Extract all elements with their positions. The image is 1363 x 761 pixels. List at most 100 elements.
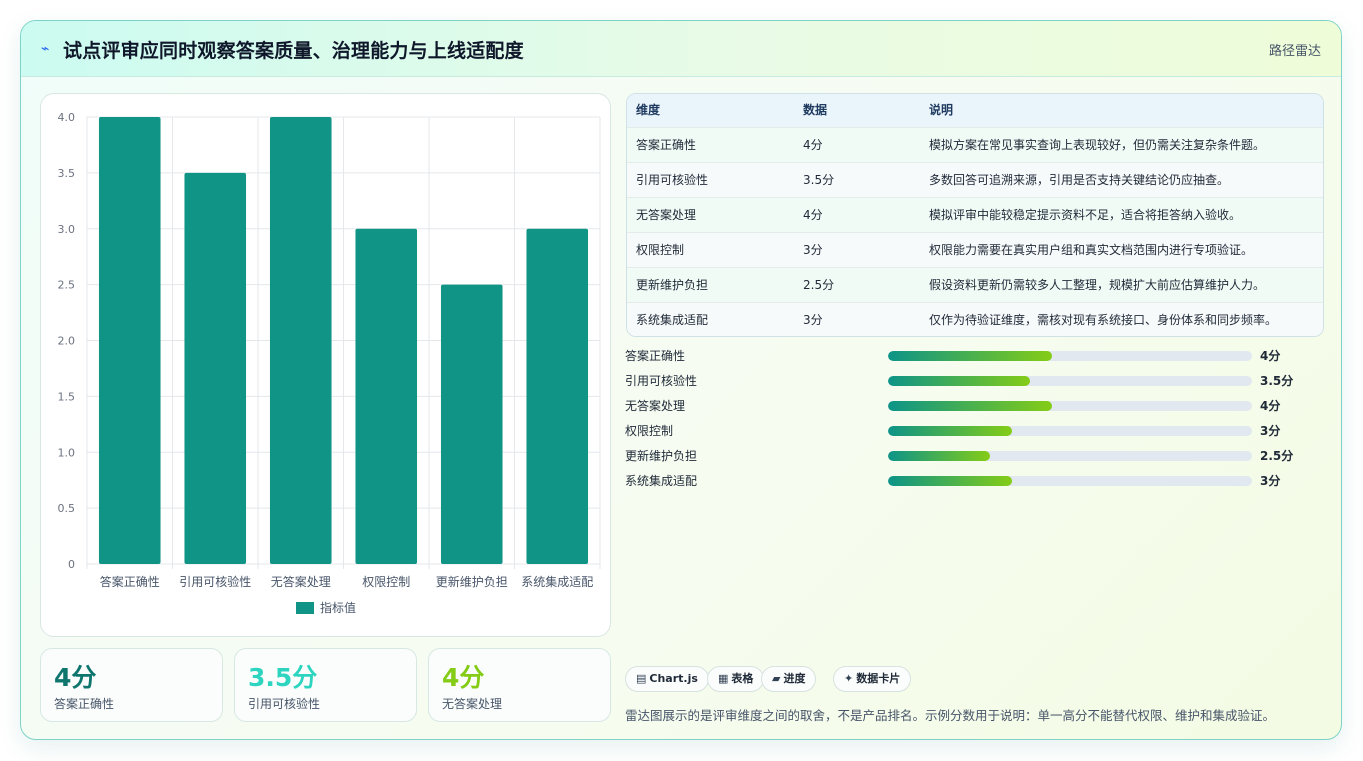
table-cell-data: 4分 (803, 208, 823, 222)
table-header-dimension: 维度 (636, 103, 661, 117)
progress-label: 权限控制 (625, 424, 674, 438)
bar (355, 228, 418, 564)
x-tick-label: 引用可核验性 (179, 574, 251, 589)
table-icon: ▦ (718, 672, 729, 685)
bar-chart-panel: 4.0 3.5 3.0 2.5 2.0 1.5 1.0 0.5 0 答案正确性 引用可核验性 无答案处… (40, 93, 611, 637)
stat-card: 4分答案正确性 (40, 648, 223, 722)
stat-label: 答案正确性 (54, 697, 115, 711)
progress-fill (888, 451, 990, 461)
tag-pill[interactable]: ▦ 表格 (707, 666, 765, 692)
stat-value: 4分 (442, 663, 485, 692)
legend-label: 指标值 (320, 600, 356, 615)
y-tick-label: 3.0 (58, 223, 76, 236)
table-cell-description: 模拟评审中能较稳定提示资料不足，适合将拒答纳入验收。 (929, 208, 1242, 222)
progress-track (888, 476, 1252, 486)
table-cell-description: 多数回答可追溯来源，引用是否支持关键结论仍应抽查。 (929, 173, 1230, 187)
table-row: 权限控制 3分 权限能力需要在真实用户组和真实文档范围内进行专项验证。 (627, 232, 1323, 267)
progress-label: 系统集成适配 (625, 474, 698, 488)
lightning-icon: ⌁ (41, 41, 50, 57)
sparkle-icon: ✦ (844, 672, 854, 685)
table-header-row: 维度 数据 说明 (627, 94, 1323, 127)
progress-score: 4分 (1260, 399, 1281, 413)
progress-label: 更新维护负担 (625, 449, 698, 463)
table-cell-dimension: 更新维护负担 (636, 278, 709, 292)
progress-row: 系统集成适配 3分 (625, 470, 1325, 490)
bar (269, 117, 332, 564)
tag-pill[interactable]: ▰ 进度 (761, 666, 817, 692)
table-cell-data: 3分 (803, 243, 823, 257)
stat-label: 无答案处理 (442, 697, 503, 711)
x-tick-label: 系统集成适配 (521, 574, 593, 589)
x-tick-label: 权限控制 (362, 575, 410, 589)
progress-icon: ▰ (772, 672, 781, 685)
y-tick-label: 0.5 (58, 502, 76, 515)
header-bar: ⌁ 试点评审应同时观察答案质量、治理能力与上线适配度 路径雷达 (21, 21, 1341, 77)
tag-label: Chart.js (649, 672, 698, 685)
progress-fill (888, 426, 1012, 436)
y-tick-label: 1.0 (58, 446, 76, 459)
stat-value: 4分 (54, 663, 97, 692)
dimension-table: 维度 数据 说明 答案正确性 4分 模拟方案在常见事实查询上表现较好，但仍需关注复杂… (626, 93, 1324, 337)
x-tick-label: 更新维护负担 (436, 574, 508, 589)
progress-track (888, 426, 1252, 436)
table-row: 更新维护负担 2.5分 假设资料更新仍需较多人工整理，规模扩大前应估算维护人力。 (627, 267, 1323, 302)
stat-label: 引用可核验性 (248, 697, 321, 711)
tag-pill[interactable]: ▤ Chart.js (625, 666, 709, 692)
table-row: 引用可核验性 3.5分 多数回答可追溯来源，引用是否支持关键结论仍应抽查。 (627, 162, 1323, 197)
table-cell-dimension: 权限控制 (636, 243, 685, 257)
progress-track (888, 376, 1252, 386)
progress-row: 更新维护负担 2.5分 (625, 445, 1325, 465)
tag-label: 数据卡片 (856, 672, 901, 685)
progress-row: 无答案处理 4分 (625, 395, 1325, 415)
table-cell-dimension: 引用可核验性 (636, 173, 709, 187)
bar (184, 172, 247, 564)
chart-icon: ▤ (636, 672, 647, 685)
footnote: 雷达图展示的是评审维度之间的取舍，不是产品排名。示例分数用于说明：单一高分不能替… (625, 708, 1276, 723)
table-cell-dimension: 答案正确性 (636, 138, 697, 152)
progress-list: 答案正确性 4分 引用可核验性 3.5分 无答案处理 4分 权限控制 3分 更新维护负担 2.5分… (625, 345, 1325, 505)
table-cell-dimension: 无答案处理 (636, 208, 697, 222)
progress-fill (888, 351, 1052, 361)
progress-row: 权限控制 3分 (625, 420, 1325, 440)
stat-value: 3.5分 (248, 663, 318, 692)
radar-link[interactable]: 路径雷达 (1269, 40, 1321, 59)
x-tick-label: 答案正确性 (100, 574, 160, 589)
tag-label: 进度 (783, 672, 806, 685)
y-tick-label: 3.5 (58, 167, 76, 180)
progress-label: 引用可核验性 (625, 374, 698, 388)
table-cell-data: 2.5分 (803, 278, 835, 292)
table-cell-data: 4分 (803, 138, 823, 152)
progress-fill (888, 401, 1052, 411)
table-row: 答案正确性 4分 模拟方案在常见事实查询上表现较好，但仍需关注复杂条件题。 (627, 127, 1323, 162)
bar (98, 117, 161, 564)
progress-track (888, 451, 1252, 461)
progress-score: 2.5分 (1260, 449, 1294, 463)
progress-fill (888, 376, 1030, 386)
table-row: 系统集成适配 3分 仅作为待验证维度，需核对现有系统接口、身份体系和同步频率。 (627, 302, 1323, 336)
progress-row: 引用可核验性 3.5分 (625, 370, 1325, 390)
main-card: ⌁ 试点评审应同时观察答案质量、治理能力与上线适配度 路径雷达 4.0 3.5 3.… (20, 20, 1342, 740)
y-tick-label: 2.5 (58, 279, 76, 292)
y-tick-label: 4.0 (58, 111, 76, 124)
bar-chart: 4.0 3.5 3.0 2.5 2.0 1.5 1.0 0.5 0 答案正确性 引用可核验性 无答案处… (58, 111, 601, 615)
table-cell-description: 假设资料更新仍需较多人工整理，规模扩大前应估算维护人力。 (929, 278, 1266, 292)
x-tick-label: 无答案处理 (271, 574, 331, 589)
table-cell-data: 3.5分 (803, 173, 835, 187)
progress-fill (888, 476, 1012, 486)
y-tick-label: 0 (68, 558, 75, 571)
legend-swatch (296, 602, 314, 614)
progress-score: 3分 (1260, 424, 1281, 438)
y-tick-label: 1.5 (58, 390, 76, 403)
stat-card: 3.5分引用可核验性 (234, 648, 417, 722)
page-title: 试点评审应同时观察答案质量、治理能力与上线适配度 (63, 40, 524, 62)
table-cell-description: 仅作为待验证维度，需核对现有系统接口、身份体系和同步频率。 (929, 313, 1278, 327)
table-cell-data: 3分 (803, 313, 823, 327)
stat-card: 4分无答案处理 (428, 648, 611, 722)
table-cell-description: 权限能力需要在真实用户组和真实文档范围内进行专项验证。 (929, 243, 1254, 257)
bar (526, 228, 589, 564)
progress-score: 3分 (1260, 474, 1281, 488)
table-row: 无答案处理 4分 模拟评审中能较稳定提示资料不足，适合将拒答纳入验收。 (627, 197, 1323, 232)
tag-pill[interactable]: ✦ 数据卡片 (833, 666, 912, 692)
table-cell-description: 模拟方案在常见事实查询上表现较好，但仍需关注复杂条件题。 (929, 138, 1266, 152)
table-header-description: 说明 (929, 103, 954, 117)
